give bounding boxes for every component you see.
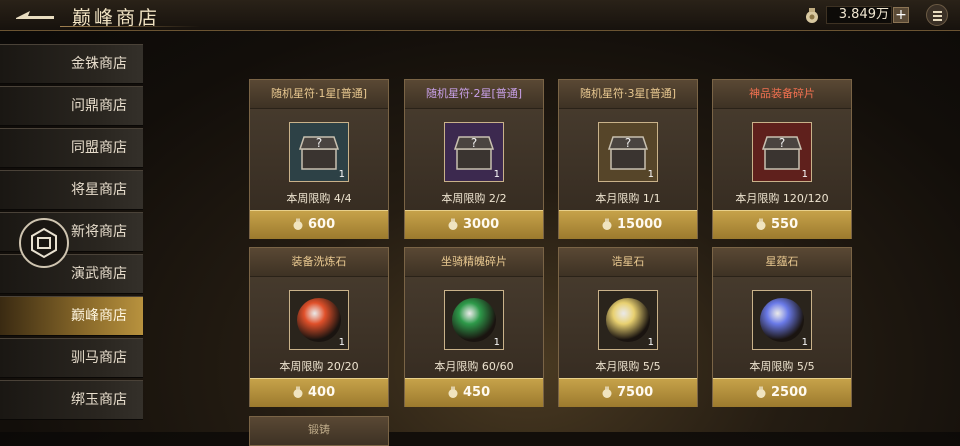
item-name: 随机星符·2星[普通] <box>405 80 543 109</box>
purchase-limit: 本周限购 4/4 <box>286 192 352 205</box>
item-price: 550 <box>771 217 799 232</box>
svg-text:?: ? <box>779 136 785 150</box>
item-icon-frame[interactable]: 1 <box>444 290 504 350</box>
item-icon-frame[interactable]: ? 1 <box>444 122 504 182</box>
item-price: 600 <box>308 217 336 232</box>
item-body: ? 1 本月限购 120/120 <box>713 108 851 210</box>
sidebar-item-bangyu[interactable]: 绑玉商店 <box>0 380 143 420</box>
item-price: 15000 <box>617 217 663 232</box>
item-name: 星蕴石 <box>713 248 851 277</box>
item-icon-frame[interactable]: ? 1 <box>289 122 349 182</box>
sidebar-item-wending[interactable]: 问鼎商店 <box>0 86 143 126</box>
item-price: 450 <box>463 385 491 400</box>
coin-pouch-icon <box>602 386 612 398</box>
item-body: ? 1 本周限购 2/2 <box>405 108 543 210</box>
item-price: 3000 <box>463 217 500 232</box>
item-body: 1 本周限购 20/20 <box>250 276 388 378</box>
item-icon-frame[interactable]: ? 1 <box>752 122 812 182</box>
item-body: ? 1 本周限购 4/4 <box>250 108 388 210</box>
sidebar-item-xunma[interactable]: 驯马商店 <box>0 338 143 378</box>
item-price: 7500 <box>617 385 654 400</box>
item-icon-frame[interactable]: 1 <box>752 290 812 350</box>
item-body: 1 本周限购 5/5 <box>713 276 851 378</box>
item-quantity: 1 <box>647 169 654 180</box>
buy-button[interactable]: 15000 <box>559 210 697 239</box>
sidebar-item-dianfeng[interactable]: 巅峰商店 <box>0 296 143 336</box>
sidebar-item-tongmeng[interactable]: 同盟商店 <box>0 128 143 168</box>
buy-button[interactable]: 7500 <box>559 378 697 407</box>
buy-button[interactable]: 550 <box>713 210 851 239</box>
partial-shop-card[interactable]: 锻铸 <box>249 416 389 446</box>
item-name: 神品装备碎片 <box>713 80 851 109</box>
buy-button[interactable]: 400 <box>250 378 388 407</box>
menu-icon[interactable] <box>926 4 948 26</box>
coin-pouch-icon <box>756 386 766 398</box>
item-price: 2500 <box>771 385 808 400</box>
shop-item-card[interactable]: 装备洗炼石 1 本周限购 20/20 400 <box>249 247 389 407</box>
title-underline <box>60 26 200 27</box>
top-bar: 巅峰商店 3.849万 + <box>0 0 960 31</box>
item-quantity: 1 <box>338 169 345 180</box>
item-body: 1 本月限购 5/5 <box>559 276 697 378</box>
sidebar-item-jinzhu[interactable]: 金铢商店 <box>0 44 143 84</box>
add-currency-button[interactable]: + <box>893 7 909 23</box>
purchase-limit: 本月限购 1/1 <box>595 192 661 205</box>
shop-item-card[interactable]: 神品装备碎片 ? 1 本月限购 120/120 550 <box>712 79 852 239</box>
buy-button[interactable]: 600 <box>250 210 388 239</box>
item-name: 随机星符·1星[普通] <box>250 80 388 109</box>
purchase-limit: 本月限购 60/60 <box>434 360 514 373</box>
item-price: 400 <box>308 385 336 400</box>
coin-pouch-icon <box>448 386 458 398</box>
coin-pouch-icon <box>293 386 303 398</box>
svg-text:?: ? <box>625 136 631 150</box>
coin-pouch-icon <box>806 8 818 23</box>
buy-button[interactable]: 3000 <box>405 210 543 239</box>
shop-item-card[interactable]: 随机星符·3星[普通] ? 1 本月限购 1/1 15000 <box>558 79 698 239</box>
back-arrow-icon[interactable] <box>14 8 56 22</box>
coin-pouch-icon <box>448 218 458 230</box>
purchase-limit: 本周限购 2/2 <box>441 192 507 205</box>
item-icon-frame[interactable]: 1 <box>598 290 658 350</box>
shop-item-card[interactable]: 随机星符·2星[普通] ? 1 本周限购 2/2 3000 <box>404 79 544 239</box>
currency-amount: 3.849万 <box>826 6 892 24</box>
shop-item-card[interactable]: 星蕴石 1 本周限购 5/5 2500 <box>712 247 852 407</box>
purchase-limit: 本月限购 5/5 <box>595 360 661 373</box>
item-quantity: 1 <box>338 337 345 348</box>
shop-item-card[interactable]: 随机星符·1星[普通] ? 1 本周限购 4/4 600 <box>249 79 389 239</box>
shop-item-card[interactable]: 坐骑精魄碎片 1 本月限购 60/60 450 <box>404 247 544 407</box>
coin-pouch-icon <box>756 218 766 230</box>
coin-pouch-icon <box>602 218 612 230</box>
svg-text:?: ? <box>471 136 477 150</box>
partial-card-title: 锻铸 <box>308 423 330 436</box>
item-quantity: 1 <box>647 337 654 348</box>
sidebar-item-jiangxing[interactable]: 将星商店 <box>0 170 143 210</box>
item-name: 诰星石 <box>559 248 697 277</box>
item-body: 1 本月限购 60/60 <box>405 276 543 378</box>
item-icon-frame[interactable]: 1 <box>289 290 349 350</box>
purchase-limit: 本周限购 5/5 <box>749 360 815 373</box>
item-quantity: 1 <box>801 337 808 348</box>
buy-button[interactable]: 450 <box>405 378 543 407</box>
item-name: 装备洗炼石 <box>250 248 388 277</box>
floating-assistant-button[interactable] <box>19 218 69 268</box>
svg-text:?: ? <box>316 136 322 150</box>
item-icon-frame[interactable]: ? 1 <box>598 122 658 182</box>
item-body: ? 1 本月限购 1/1 <box>559 108 697 210</box>
item-quantity: 1 <box>801 169 808 180</box>
buy-button[interactable]: 2500 <box>713 378 851 407</box>
cube-icon <box>31 227 57 259</box>
purchase-limit: 本月限购 120/120 <box>735 192 829 205</box>
item-quantity: 1 <box>493 337 500 348</box>
shop-item-card[interactable]: 诰星石 1 本月限购 5/5 7500 <box>558 247 698 407</box>
coin-pouch-icon <box>293 218 303 230</box>
purchase-limit: 本周限购 20/20 <box>279 360 359 373</box>
item-name: 坐骑精魄碎片 <box>405 248 543 277</box>
item-quantity: 1 <box>493 169 500 180</box>
item-name: 随机星符·3星[普通] <box>559 80 697 109</box>
